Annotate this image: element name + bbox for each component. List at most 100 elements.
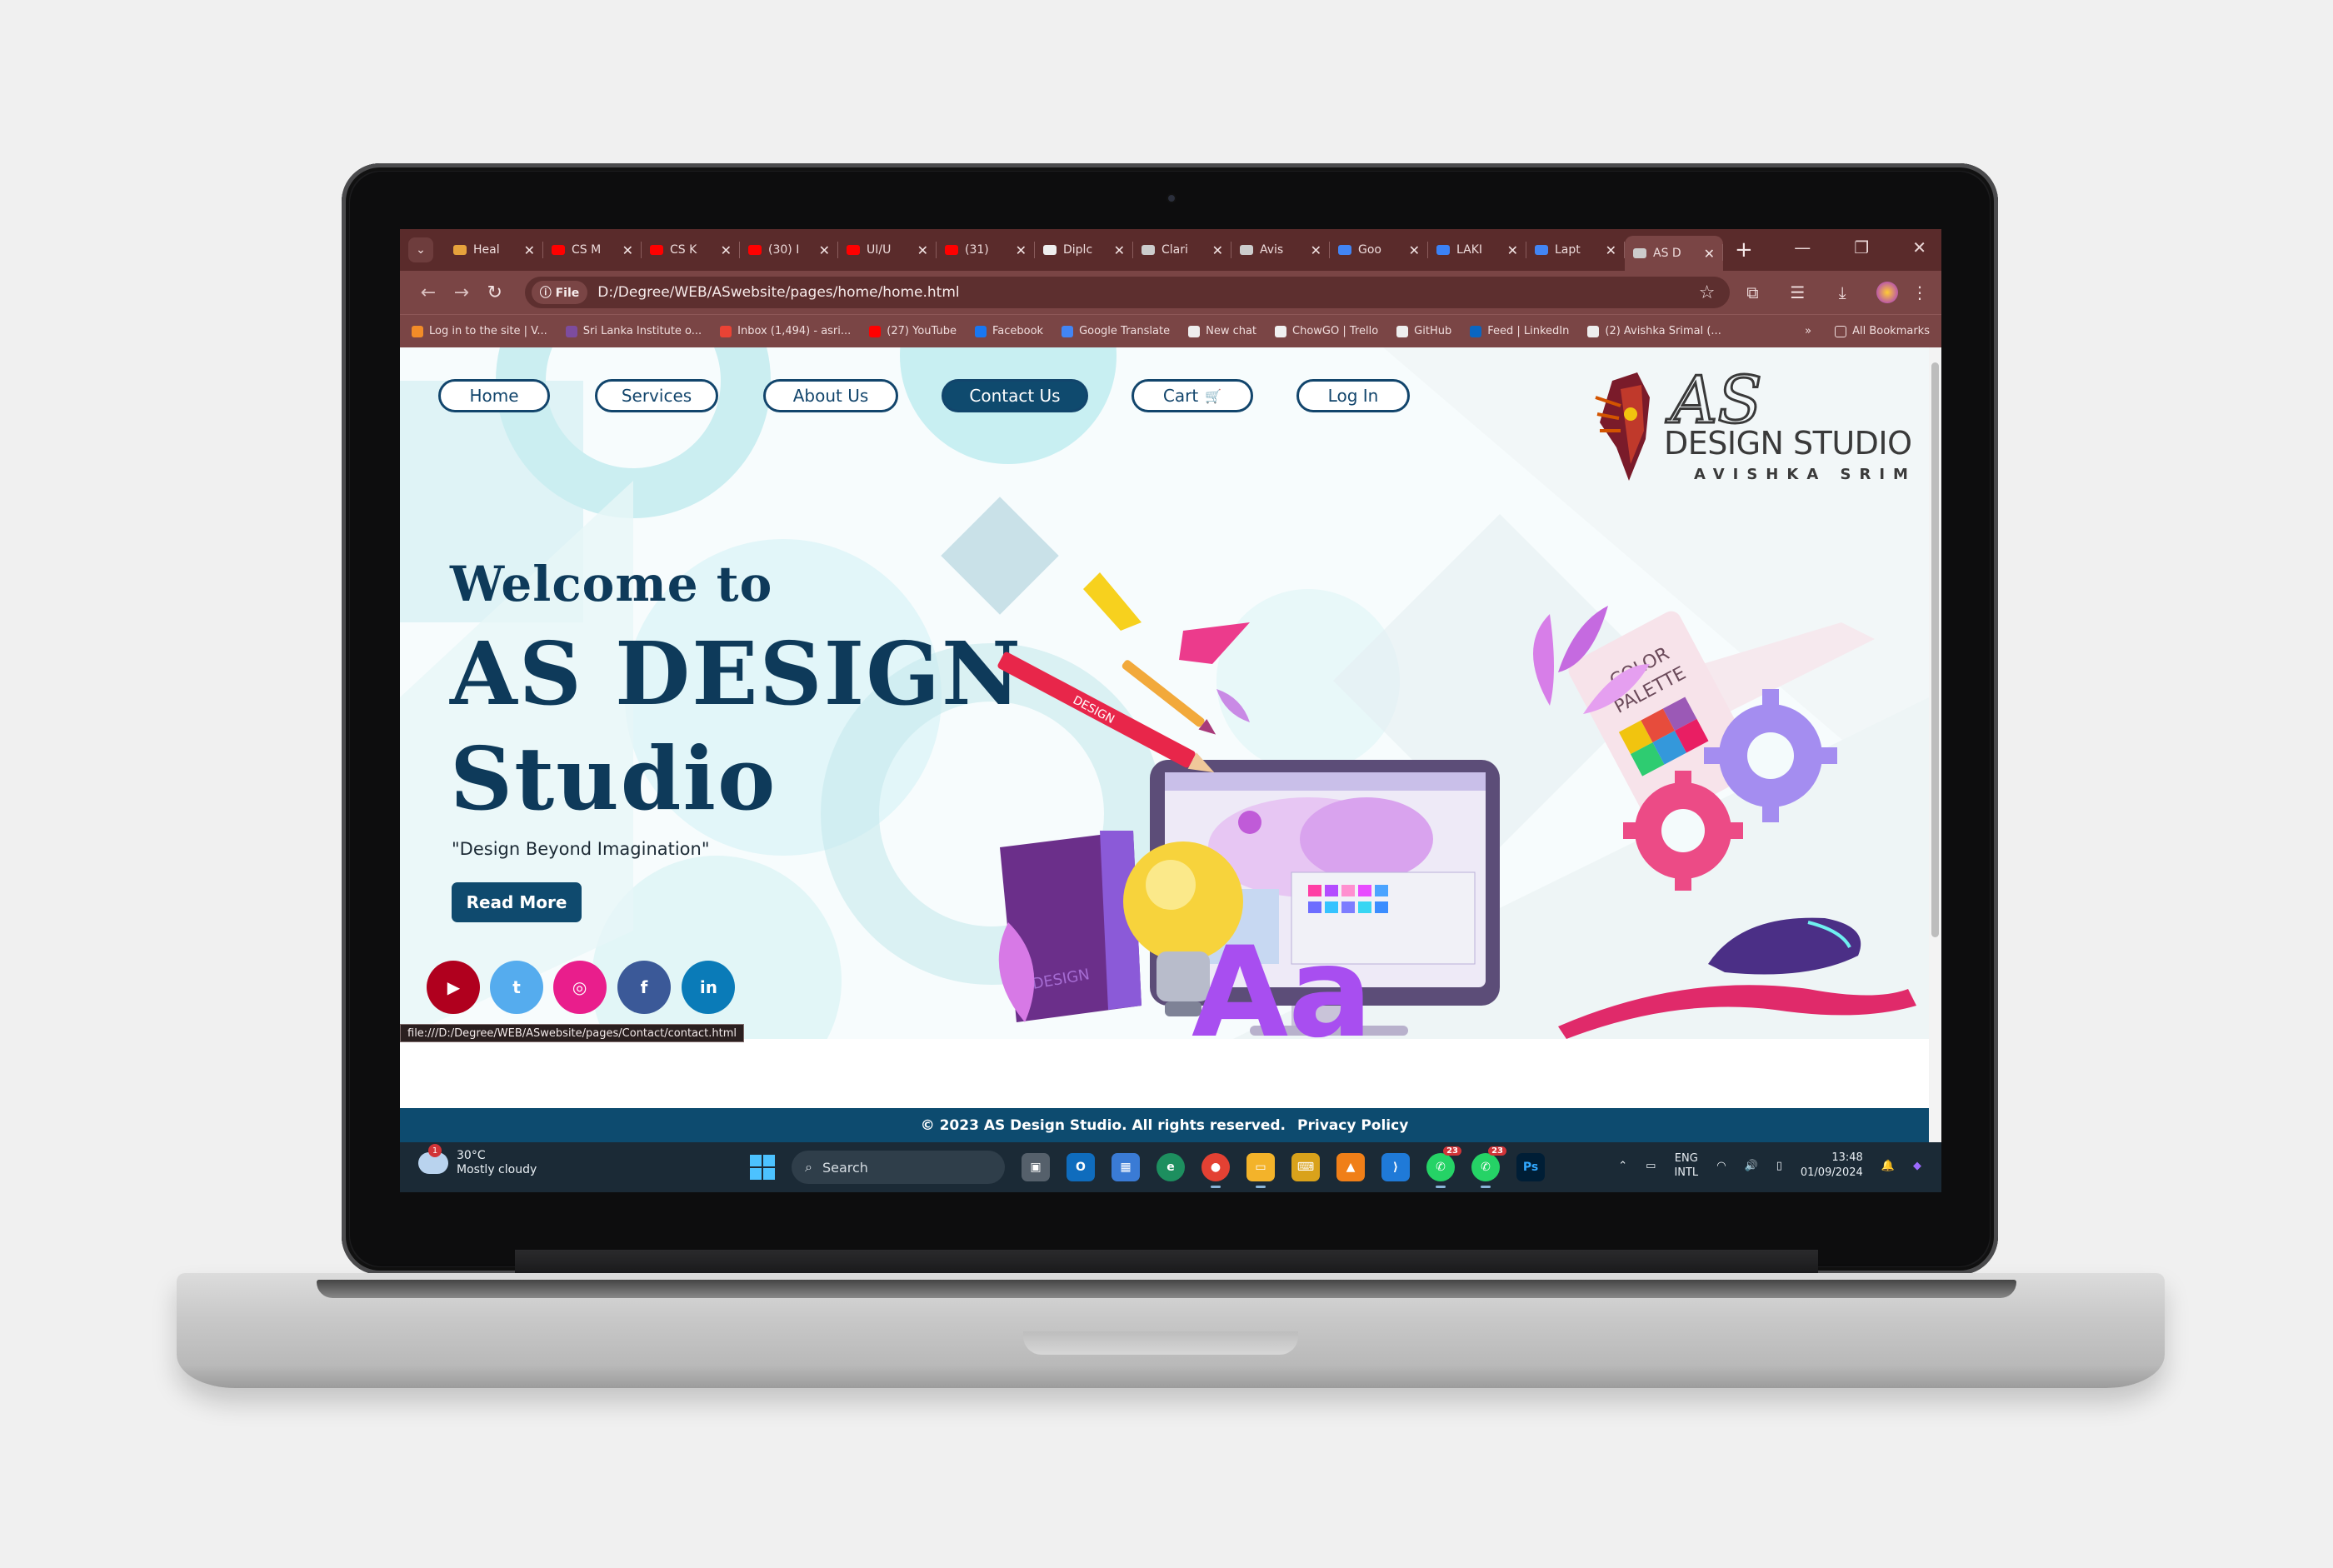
ms-store-icon[interactable]: ▦	[1112, 1153, 1140, 1181]
bookmark-item[interactable]: Google Translate	[1062, 325, 1170, 337]
taskbar-clock[interactable]: 13:48 01/09/2024	[1801, 1151, 1863, 1181]
twitter-icon[interactable]: t	[490, 961, 543, 1014]
ribbon-yellow	[1083, 572, 1142, 631]
tab-search-button[interactable]: ⌄	[408, 237, 433, 262]
bookmark-item[interactable]: GitHub	[1396, 325, 1451, 337]
read-more-button[interactable]: Read More	[452, 882, 582, 922]
browser-tab[interactable]: (30) I ✕	[740, 233, 838, 267]
bookmark-item[interactable]: Inbox (1,494) - asri...	[720, 325, 851, 337]
battery-icon[interactable]: ▯	[1776, 1160, 1782, 1172]
tab-close-icon[interactable]: ✕	[1409, 242, 1420, 258]
close-window-button[interactable]: ✕	[1912, 237, 1926, 257]
outlook-icon[interactable]: O	[1067, 1153, 1095, 1181]
bookmark-item[interactable]: ChowGO | Trello	[1275, 325, 1378, 337]
volume-icon[interactable]: 🔊	[1745, 1160, 1758, 1172]
tab-close-icon[interactable]: ✕	[622, 242, 633, 258]
nav-services-button[interactable]: Services	[595, 379, 718, 412]
bookmark-item[interactable]: New chat	[1188, 325, 1256, 337]
bookmark-item[interactable]: Sri Lanka Institute o...	[565, 325, 702, 337]
bookmark-item[interactable]: (27) YouTube	[869, 325, 957, 337]
browser-tab[interactable]: Lapt ✕	[1526, 233, 1625, 267]
copilot-icon[interactable]: ◆	[1913, 1160, 1921, 1172]
browser-tab[interactable]: CS M ✕	[543, 233, 642, 267]
nav-about-button[interactable]: About Us	[763, 379, 898, 412]
new-tab-button[interactable]: +	[1735, 237, 1753, 262]
task-view-icon[interactable]: ▣	[1022, 1153, 1050, 1181]
browser-tab[interactable]: (31) ✕	[937, 233, 1035, 267]
vlc-icon[interactable]: ▲	[1336, 1153, 1365, 1181]
windows-start-icon[interactable]	[750, 1155, 775, 1180]
keyboard-app-icon[interactable]: ⌨	[1291, 1153, 1320, 1181]
tab-close-icon[interactable]: ✕	[721, 242, 732, 258]
browser-tab[interactable]: Goo ✕	[1330, 233, 1428, 267]
whatsapp-icon[interactable]: ✆ 23	[1426, 1146, 1461, 1188]
reading-list-icon[interactable]: ☰	[1775, 282, 1820, 302]
tab-title: UI/U	[867, 243, 892, 257]
whatsapp-business-icon[interactable]: ✆ 23	[1471, 1146, 1506, 1188]
tab-close-icon[interactable]: ✕	[524, 242, 535, 258]
forward-icon[interactable]: →	[445, 282, 478, 303]
chrome-icon[interactable]: ●	[1201, 1153, 1230, 1188]
input-language[interactable]: ENG INTL	[1674, 1151, 1698, 1180]
profile-avatar[interactable]	[1876, 282, 1899, 303]
downloads-icon[interactable]: ⤓	[1820, 282, 1865, 302]
site-footer: © 2023 AS Design Studio. All rights rese…	[400, 1108, 1929, 1142]
display-icon[interactable]: ▭	[1646, 1160, 1656, 1172]
notifications-icon[interactable]: 🔔	[1881, 1160, 1895, 1172]
tab-close-icon[interactable]: ✕	[917, 242, 928, 258]
window-controls: — ❐ ✕	[1794, 237, 1926, 257]
scrollbar-thumb[interactable]	[1931, 362, 1939, 937]
browser-tab[interactable]: Heal ✕	[445, 233, 543, 267]
browser-tab[interactable]: Diplc ✕	[1035, 233, 1133, 267]
extensions-icon[interactable]: ⧉	[1730, 282, 1775, 302]
privacy-policy-link[interactable]: Privacy Policy	[1297, 1117, 1408, 1134]
weather-widget[interactable]: 1 30°C Mostly cloudy	[418, 1144, 537, 1177]
nav-login-button[interactable]: Log In	[1296, 379, 1410, 412]
file-explorer-icon[interactable]: ▭	[1246, 1153, 1275, 1188]
tab-close-icon[interactable]: ✕	[819, 242, 830, 258]
browser-tab[interactable]: UI/U ✕	[838, 233, 937, 267]
browser-tab[interactable]: CS K ✕	[642, 233, 740, 267]
tab-close-icon[interactable]: ✕	[1311, 242, 1321, 258]
tray-overflow-icon[interactable]: ⌃	[1618, 1160, 1627, 1172]
menu-kebab-icon[interactable]: ⋮	[1910, 282, 1930, 302]
bookmark-star-icon[interactable]: ☆	[1699, 282, 1716, 303]
tab-close-icon[interactable]: ✕	[1507, 242, 1518, 258]
bookmark-item[interactable]: Facebook	[974, 325, 1043, 337]
minimize-button[interactable]: —	[1794, 237, 1811, 257]
nav-contact-button[interactable]: Contact Us	[942, 379, 1088, 412]
tab-close-icon[interactable]: ✕	[1114, 242, 1125, 258]
back-icon[interactable]: ←	[412, 282, 445, 303]
url-text[interactable]: D:/Degree/WEB/ASwebsite/pages/home/home.…	[597, 284, 959, 301]
facebook-icon[interactable]: f	[617, 961, 671, 1014]
linkedin-icon[interactable]: in	[682, 961, 736, 1014]
reload-icon[interactable]: ↻	[478, 282, 512, 303]
tab-close-icon[interactable]: ✕	[1016, 242, 1027, 258]
taskbar-search[interactable]: ⌕ Search	[792, 1151, 1005, 1184]
all-bookmarks-folder[interactable]: All Bookmarks	[1835, 325, 1930, 337]
vscode-icon[interactable]: ⟩	[1381, 1153, 1410, 1181]
address-bar[interactable]: ⓘ File D:/Degree/WEB/ASwebsite/pages/hom…	[524, 277, 1731, 308]
bookmarks-overflow-button[interactable]: »	[1805, 325, 1811, 337]
nav-cart-button[interactable]: Cart 🛒	[1132, 379, 1253, 412]
tab-close-icon[interactable]: ✕	[1704, 246, 1715, 262]
site-info-chip[interactable]: ⓘ File	[531, 281, 588, 304]
page-scrollbar[interactable]	[1929, 347, 1941, 1142]
bookmark-item[interactable]: (2) Avishka Srimal (...	[1587, 325, 1721, 337]
bookmark-item[interactable]: Feed | LinkedIn	[1470, 325, 1569, 337]
browser-tab[interactable]: Clari ✕	[1133, 233, 1231, 267]
tab-title: (31)	[965, 243, 989, 257]
browser-tab[interactable]: Avis ✕	[1231, 233, 1330, 267]
tab-close-icon[interactable]: ✕	[1606, 242, 1616, 258]
maximize-button[interactable]: ❐	[1854, 237, 1869, 257]
browser-tab[interactable]: AS D ✕	[1625, 236, 1723, 271]
nav-home-button[interactable]: Home	[438, 379, 550, 412]
browser-tab[interactable]: LAKI ✕	[1428, 233, 1526, 267]
youtube-icon[interactable]: ▶	[427, 961, 481, 1014]
instagram-icon[interactable]: ◎	[552, 961, 607, 1014]
wifi-icon[interactable]: ◠	[1716, 1160, 1726, 1172]
tab-close-icon[interactable]: ✕	[1212, 242, 1223, 258]
photoshop-icon[interactable]: Ps	[1516, 1153, 1545, 1181]
edge-icon[interactable]: e	[1157, 1153, 1185, 1181]
bookmark-item[interactable]: Log in to the site | V...	[412, 325, 547, 337]
